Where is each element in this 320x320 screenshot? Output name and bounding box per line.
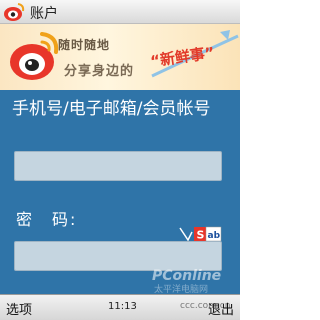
svg-text:S: S [197, 229, 205, 242]
sogou-ime-icon: S ab [179, 226, 222, 242]
banner-text-line1: 随时随地 [58, 38, 111, 52]
exit-softkey[interactable]: 退出 [208, 299, 234, 318]
password-input[interactable] [14, 241, 222, 271]
weibo-eye-icon [10, 32, 59, 80]
title-bar: 账户 [0, 0, 240, 24]
account-label: 手机号/电子邮箱/会员帐号 [12, 99, 211, 119]
softkey-bar: 选项 11:13 ccc.com.cn 退出 [0, 294, 240, 320]
password-label: 密 码: [16, 210, 78, 229]
banner-text-line2: 分享身边的 [64, 64, 135, 79]
clock: 11:13 [108, 301, 137, 312]
weibo-banner: 随时随地 分享身边的 “新鲜事” [0, 24, 240, 90]
window-title: 账户 [30, 6, 58, 22]
weibo-logo-icon [4, 3, 25, 21]
ime-text: ab [208, 231, 221, 241]
login-form: 手机号/电子邮箱/会员帐号 密 码: S ab PConline 太平洋电脑网 [0, 90, 240, 295]
account-input[interactable] [14, 151, 222, 181]
options-softkey[interactable]: 选项 [6, 299, 32, 318]
